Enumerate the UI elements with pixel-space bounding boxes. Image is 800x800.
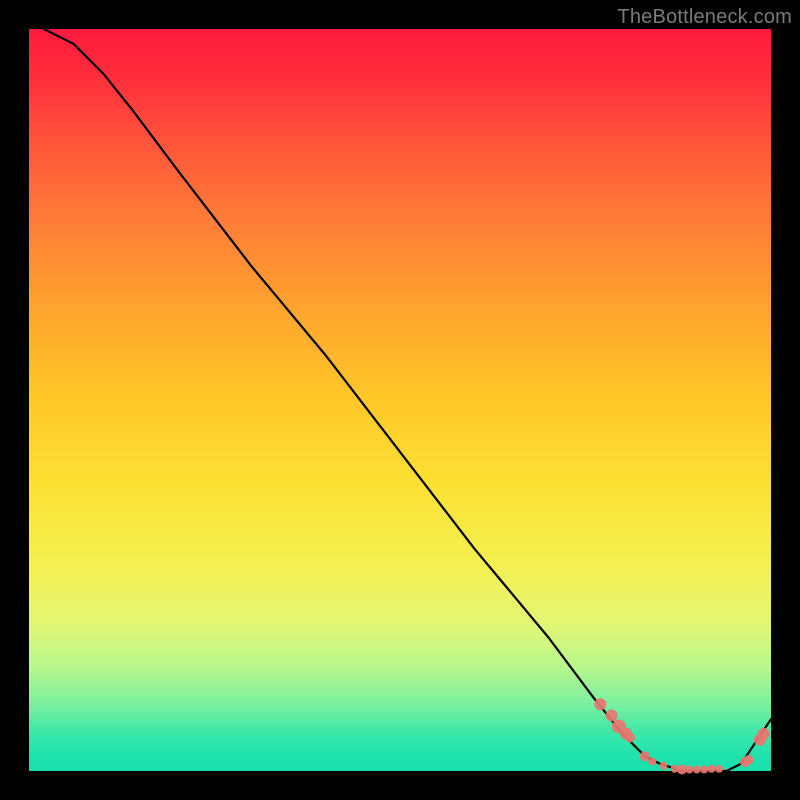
marker-dot — [715, 765, 723, 773]
marker-dot — [625, 733, 635, 743]
marker-dot — [606, 709, 618, 721]
chart-markers — [594, 698, 769, 774]
chart-stage: TheBottleneck.com — [0, 0, 800, 800]
marker-dot — [744, 755, 754, 765]
chart-svg — [0, 0, 800, 800]
marker-dot — [659, 762, 667, 770]
marker-dot — [594, 698, 606, 710]
chart-curve — [44, 29, 771, 771]
marker-dot — [693, 766, 701, 774]
marker-dot — [648, 757, 656, 765]
marker-dot — [758, 728, 770, 740]
marker-dot — [685, 766, 693, 774]
marker-dot — [700, 766, 708, 774]
marker-dot — [708, 765, 716, 773]
watermark-text: TheBottleneck.com — [617, 6, 792, 29]
marker-dot — [640, 751, 650, 761]
